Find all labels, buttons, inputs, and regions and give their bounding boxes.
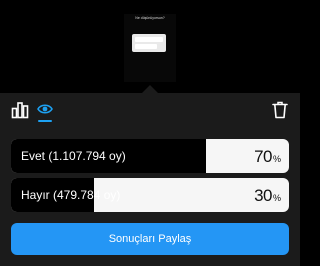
poll-option-label: Hayır (479.784 oy) (21, 188, 121, 202)
active-tab-indicator (38, 120, 52, 122)
story-preview-area: Ne düşünüyorsun? (0, 0, 300, 93)
poll-sticker-option-bar (135, 44, 157, 49)
sheet-pointer (142, 85, 158, 93)
bar-chart-icon[interactable] (11, 101, 29, 119)
poll-option-result: Hayır (479.784 oy) 30% (11, 178, 289, 212)
eye-icon[interactable] (37, 102, 53, 116)
story-thumbnail-caption: Ne düşünüyorsun? (135, 16, 165, 20)
story-thumbnail[interactable]: Ne düşünüyorsun? (124, 14, 176, 82)
share-results-button[interactable]: Sonuçları Paylaş (11, 223, 289, 255)
poll-sticker-preview (132, 34, 166, 52)
poll-results-sheet: Evet (1.107.794 oy) 70% Hayır (479.784 o… (0, 93, 300, 266)
poll-sticker-option-bar (135, 37, 163, 42)
poll-option-percent: 30% (254, 186, 281, 205)
poll-option-result: Evet (1.107.794 oy) 70% (11, 139, 289, 173)
trash-icon[interactable] (272, 101, 288, 119)
poll-option-label: Evet (1.107.794 oy) (21, 149, 126, 163)
poll-option-percent: 70% (254, 147, 281, 166)
